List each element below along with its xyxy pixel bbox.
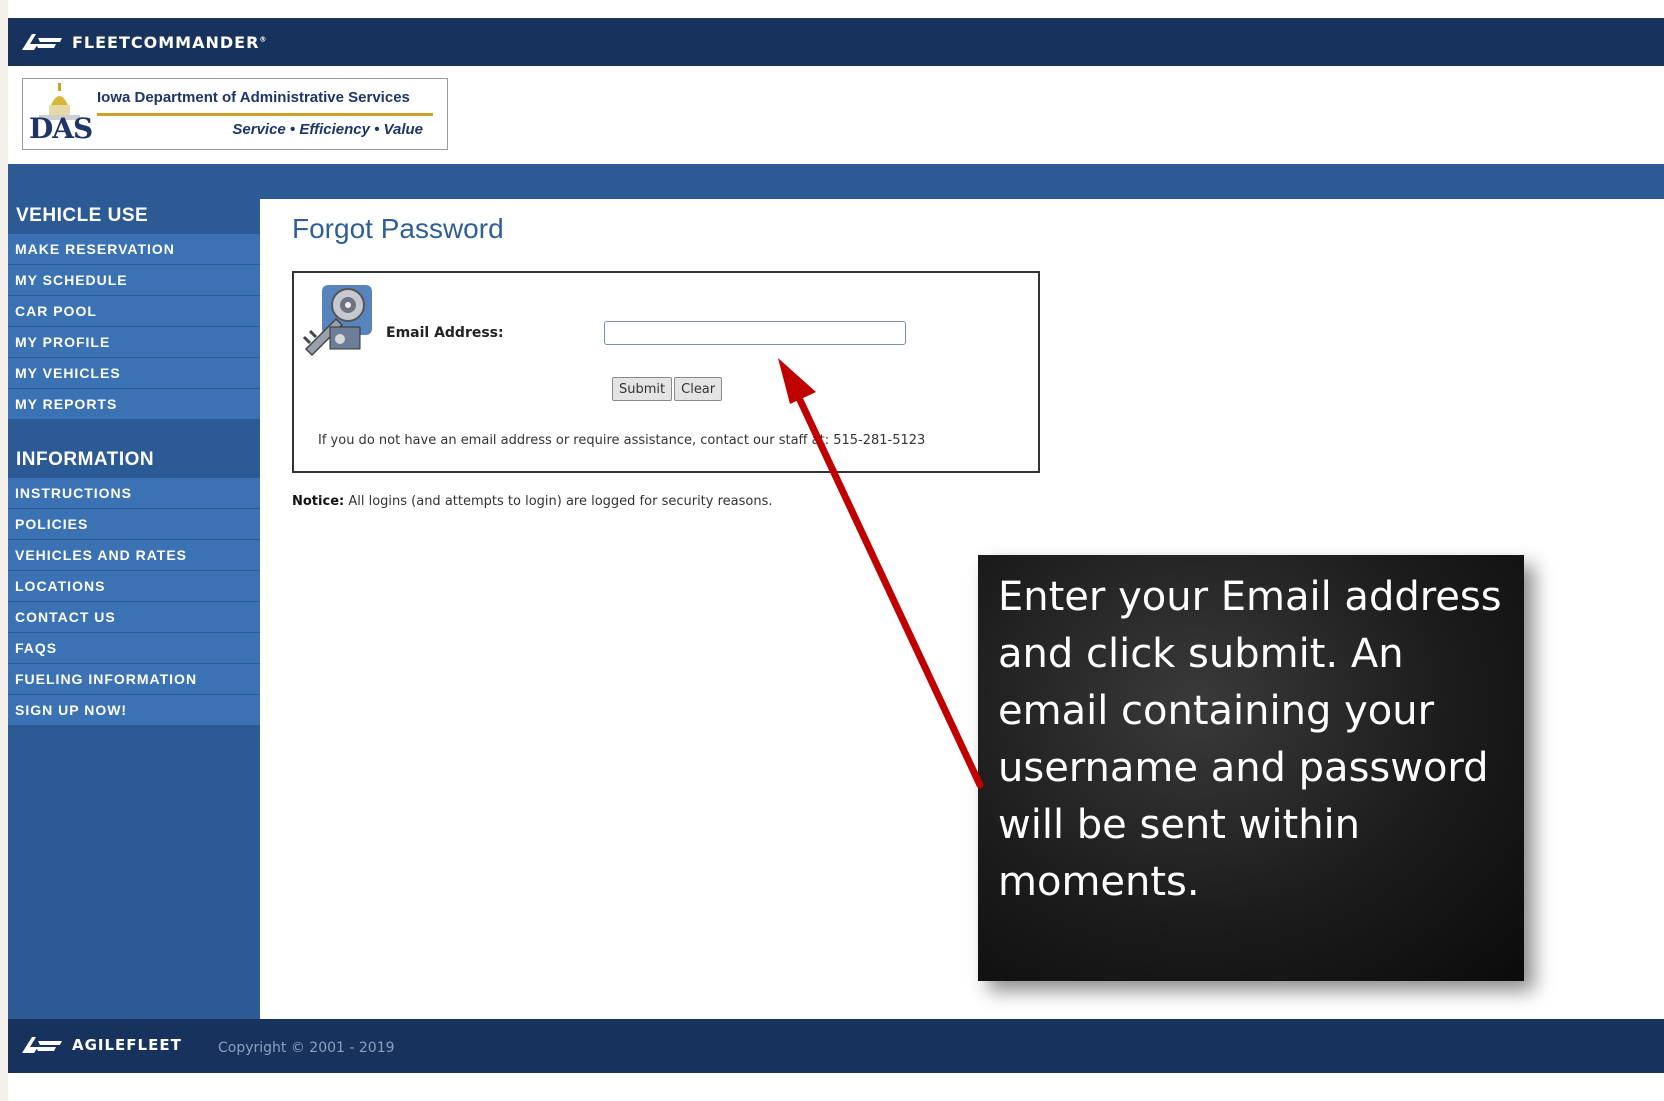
agency-divider (97, 113, 433, 116)
nav-my-schedule[interactable]: MY SCHEDULE (8, 264, 260, 295)
agency-logo-area: DAS Iowa Department of Administrative Se… (8, 66, 1664, 164)
instruction-callout: Enter your Email address and click submi… (978, 555, 1524, 981)
nav-vehicles-and-rates[interactable]: VEHICLES AND RATES (8, 539, 260, 570)
agency-tagline: Service • Efficiency • Value (232, 121, 423, 138)
brand-name: FLEETCOMMANDER® (72, 32, 268, 52)
das-logo[interactable]: DAS Iowa Department of Administrative Se… (22, 78, 448, 150)
notice-text: All logins (and attempts to login) are l… (344, 494, 773, 509)
capitol-dome-icon: DAS (29, 83, 93, 145)
agency-title: Iowa Department of Administrative Servic… (97, 89, 410, 106)
agilefleet-brand[interactable]: AGILEFLEET (20, 1033, 182, 1057)
security-notice: Notice: All logins (and attempts to logi… (292, 494, 773, 509)
nav-contact-us[interactable]: CONTACT US (8, 601, 260, 632)
clear-button[interactable]: Clear (674, 377, 723, 401)
nav-my-reports[interactable]: MY REPORTS (8, 388, 260, 419)
nav-instructions[interactable]: INSTRUCTIONS (8, 477, 260, 508)
nav-car-pool[interactable]: CAR POOL (8, 295, 260, 326)
fleet-logo-icon (22, 34, 62, 50)
top-header: FLEETCOMMANDER® (8, 18, 1664, 66)
blue-band (8, 164, 1664, 200)
nav-policies[interactable]: POLICIES (8, 508, 260, 539)
footer: AGILEFLEET Copyright © 2001 - 2019 (8, 1019, 1664, 1073)
forgot-password-form: Email Address: Submit Clear If you do no… (292, 271, 1040, 473)
nav-my-vehicles[interactable]: MY VEHICLES (8, 357, 260, 388)
email-input[interactable] (604, 321, 906, 345)
nav-my-profile[interactable]: MY PROFILE (8, 326, 260, 357)
page-title: Forgot Password (292, 213, 504, 244)
keys-icon (302, 285, 372, 357)
submit-button[interactable]: Submit (612, 377, 673, 401)
notice-label: Notice: (292, 494, 345, 509)
nav-faqs[interactable]: FAQS (8, 632, 260, 663)
nav-locations[interactable]: LOCATIONS (8, 570, 260, 601)
help-text: If you do not have an email address or r… (318, 433, 926, 448)
callout-text: Enter your Email address and click submi… (998, 574, 1502, 905)
email-label: Email Address: (386, 325, 504, 341)
sidebar: VEHICLE USE MAKE RESERVATION MY SCHEDULE… (8, 199, 260, 1019)
fleetcommander-brand[interactable]: FLEETCOMMANDER® (20, 30, 267, 54)
section-vehicle-use: VEHICLE USE (16, 205, 149, 226)
form-buttons: Submit Clear (612, 377, 723, 401)
footer-brand-name: AGILEFLEET (72, 1036, 182, 1054)
copyright-text: Copyright © 2001 - 2019 (218, 1040, 395, 1056)
nav-fueling-information[interactable]: FUELING INFORMATION (8, 663, 260, 694)
section-information: INFORMATION (16, 449, 155, 470)
nav-sign-up-now[interactable]: SIGN UP NOW! (8, 694, 260, 725)
nav-make-reservation[interactable]: MAKE RESERVATION (8, 233, 260, 264)
agilefleet-logo-icon (22, 1037, 62, 1053)
